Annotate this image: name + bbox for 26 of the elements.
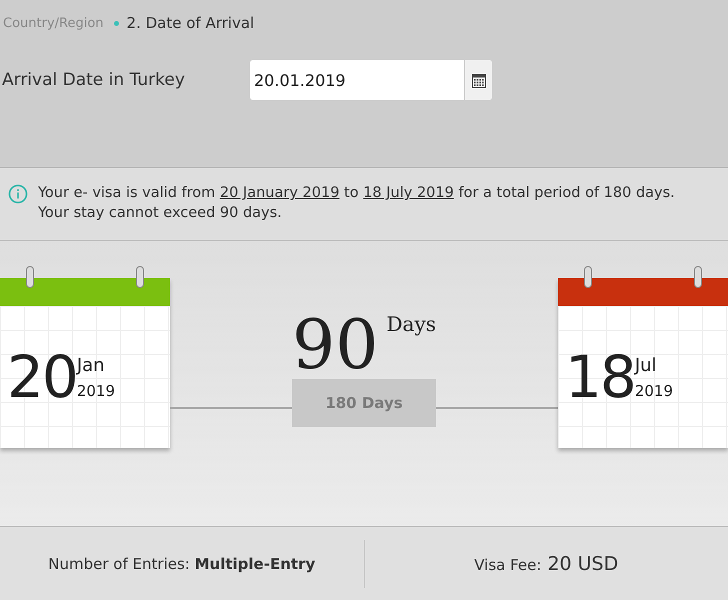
fee-label: Visa Fee: <box>474 556 542 574</box>
info-icon <box>8 184 28 204</box>
breadcrumb-step[interactable]: 2. Date of Arrival <box>114 14 254 32</box>
calendar-icon <box>472 72 486 88</box>
date-input[interactable]: 20.01.2019 <box>250 70 464 90</box>
calendar-year: 2019 <box>76 382 115 400</box>
validity-message: Your e- visa is valid from 20 January 2019 to 18 July 2019 for a total period of 180 days. Your stay cannot exceed 90 days. <box>38 184 676 223</box>
stay-days-unit: Days <box>386 312 436 336</box>
stay-days-number: 90 <box>292 312 378 380</box>
calendar-day: 18 <box>565 348 635 406</box>
fee-value: 20 USD <box>547 552 618 574</box>
calendar-year: 2019 <box>634 382 673 400</box>
ring-icon <box>694 266 702 288</box>
date-field[interactable]: 20.01.2019 <box>250 60 492 100</box>
ring-icon <box>136 266 144 288</box>
validity-period: 180 Days <box>292 379 436 427</box>
field-label: Arrival Date in Turkey <box>1 70 186 90</box>
calendar-month: Jan <box>76 354 106 376</box>
date-link[interactable]: 18 July 2019 <box>363 185 454 201</box>
calendar-month: Jul <box>634 354 658 376</box>
ring-icon <box>26 266 34 288</box>
calendar-button[interactable] <box>464 60 492 100</box>
ring-icon <box>584 266 592 288</box>
entries-text: Number of Entries: Multiple-Entry <box>48 554 316 572</box>
date-link[interactable]: 20 January 2019 <box>220 185 340 201</box>
calendar-day: 20 <box>7 348 77 406</box>
